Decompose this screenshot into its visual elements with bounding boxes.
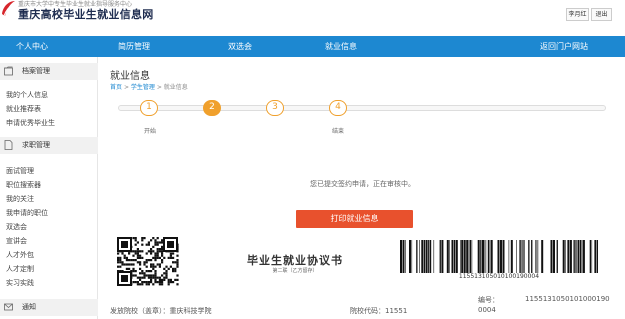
serial-value: 1155131050101000190 — [525, 295, 610, 303]
sidebar-item-applied-jobs[interactable]: 我申请的职位 — [6, 209, 48, 218]
sidebar-section-archive[interactable]: 档案管理 — [0, 63, 98, 80]
serial-label: 编号： — [478, 296, 499, 304]
sidebar-item-job-fair[interactable]: 双选会 — [6, 223, 27, 232]
sidebar-item-excellent-grad[interactable]: 申请优秀毕业生 — [6, 119, 55, 128]
sidebar-section-title: 档案管理 — [22, 67, 50, 75]
main-nav: 个人中心 简历管理 双选会 就业信息 返回门户网站 — [0, 36, 625, 57]
user-name[interactable]: 李月红 — [566, 8, 589, 21]
main-content: 就业信息 首页 > 学生管理 > 就业信息 1 2 3 4 开始 结束 您已提交… — [100, 57, 625, 319]
sidebar-item-favorites[interactable]: 我的关注 — [6, 195, 34, 204]
sidebar-item-seminar[interactable]: 宣讲会 — [6, 237, 27, 246]
sidebar-item-personal-info[interactable]: 我的个人信息 — [6, 91, 48, 100]
nav-item-job-fair[interactable]: 双选会 — [228, 36, 252, 57]
header: 重庆市大学中专生毕业生就业指导服务中心 重庆高校毕业生就业信息网 李月红 退出 — [0, 0, 625, 34]
step-1-label: 开始 — [144, 128, 157, 135]
sidebar-item-custom-talent[interactable]: 人才定制 — [6, 265, 34, 274]
print-employment-info-button[interactable]: 打印就业信息 — [296, 210, 413, 228]
breadcrumb-current: 就业信息 — [163, 84, 188, 91]
site-logo-icon[interactable] — [0, 0, 16, 18]
breadcrumb: 首页 > 学生管理 > 就业信息 — [110, 82, 188, 91]
step-4: 4 — [329, 100, 347, 116]
sidebar-item-internship[interactable]: 实习实践 — [6, 279, 34, 288]
sidebar-section-notice[interactable]: 通知 — [0, 299, 98, 316]
agreement-subtitle: 第二联（乙方留存） — [272, 268, 318, 274]
step-track — [118, 105, 606, 111]
logout-button[interactable]: 退出 — [591, 8, 612, 21]
page-title: 就业信息 — [110, 71, 150, 82]
qr-code-icon — [117, 237, 179, 286]
issuing-school: 发放院校（盖章）：重庆科技学院 — [110, 307, 212, 315]
nav-item-employment-info[interactable]: 就业信息 — [325, 36, 357, 57]
agreement-title: 毕业生就业协议书 — [247, 254, 343, 267]
serial-tail: 0004 — [478, 306, 496, 314]
school-code: 院校代码：11551 — [350, 307, 408, 315]
document-icon — [4, 140, 13, 150]
status-message: 您已提交签约申请，正在审核中。 — [310, 180, 415, 188]
step-2: 2 — [203, 100, 221, 116]
nav-item-return-portal[interactable]: 返回门户网站 — [540, 36, 588, 57]
sidebar-item-outsourcing[interactable]: 人才外包 — [6, 251, 34, 260]
step-1: 1 — [140, 100, 158, 116]
barcode-number: 115513105010100190004 — [458, 273, 540, 280]
nav-item-resume[interactable]: 简历管理 — [118, 36, 150, 57]
step-3: 3 — [266, 100, 284, 116]
sidebar-section-job[interactable]: 求职管理 — [0, 137, 98, 154]
step-4-label: 结束 — [332, 128, 345, 135]
sidebar-item-recommendation[interactable]: 就业推荐表 — [6, 105, 41, 114]
sidebar: 档案管理 我的个人信息 就业推荐表 申请优秀毕业生 求职管理 面试管理 职位搜索… — [0, 57, 98, 319]
breadcrumb-separator: > — [123, 84, 129, 91]
nav-item-personal-center[interactable]: 个人中心 — [16, 36, 48, 57]
sidebar-section-title: 通知 — [22, 303, 36, 311]
sidebar-item-job-search[interactable]: 职位搜索器 — [6, 181, 41, 190]
breadcrumb-home[interactable]: 首页 — [110, 84, 122, 91]
sidebar-section-title: 求职管理 — [22, 141, 50, 149]
breadcrumb-separator: > — [156, 84, 162, 91]
breadcrumb-student-management[interactable]: 学生管理 — [131, 84, 155, 91]
barcode-icon — [400, 240, 598, 273]
mail-icon — [4, 303, 13, 311]
folder-icon — [4, 66, 13, 76]
site-title[interactable]: 重庆高校毕业生就业信息网 — [18, 6, 154, 22]
sidebar-item-interview[interactable]: 面试管理 — [6, 167, 34, 176]
